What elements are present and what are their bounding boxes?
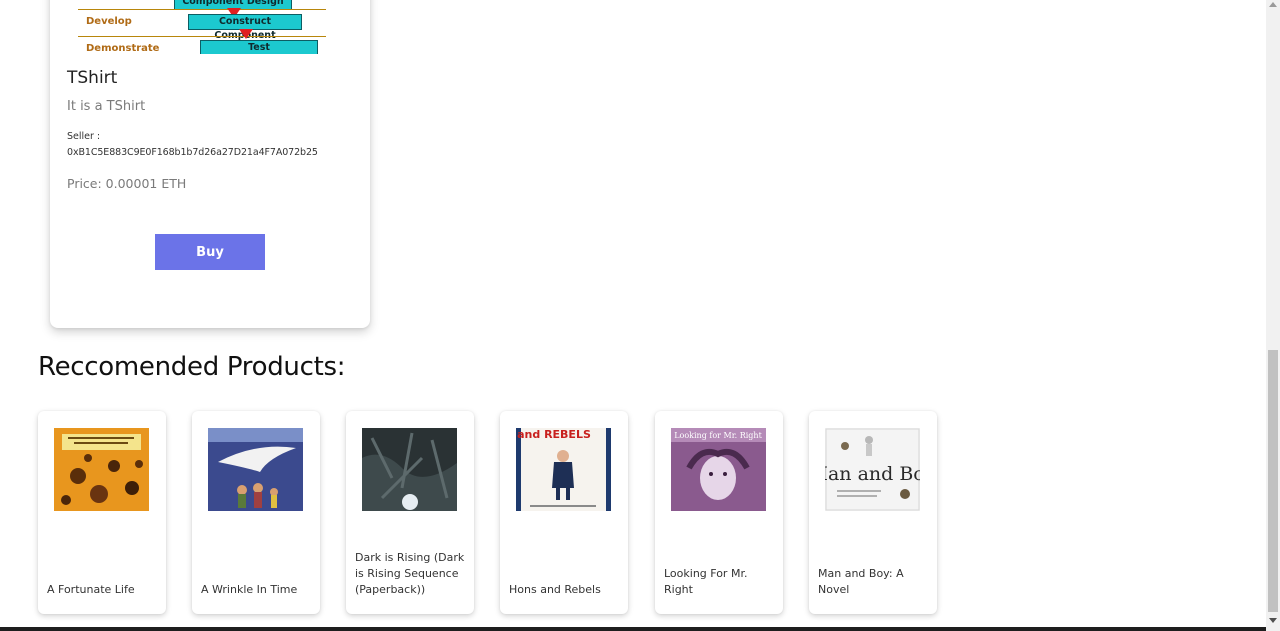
book-cover-text: Man and Boy bbox=[825, 463, 920, 485]
product-title: TShirt bbox=[67, 68, 118, 88]
book-cover-text: and REBELS bbox=[517, 428, 591, 441]
recommended-card[interactable]: A Fortunate Life bbox=[38, 411, 166, 614]
book-title: Looking For Mr. Right bbox=[664, 567, 748, 596]
recommended-card[interactable]: Looking for Mr. Right Looking For Mr. Ri… bbox=[655, 411, 783, 614]
book-title: Man and Boy: A Novel bbox=[818, 567, 904, 596]
diagram-box-construct: Construct Component bbox=[188, 14, 302, 41]
book-cover-text: Looking for Mr. Right bbox=[674, 431, 762, 440]
diagram-arrow bbox=[239, 29, 253, 39]
buy-button[interactable]: Buy bbox=[155, 234, 265, 270]
book-cover-image: Man and Boy bbox=[825, 428, 920, 511]
book-title: A Wrinkle In Time bbox=[201, 583, 298, 596]
recommended-card[interactable]: A Wrinkle In Time bbox=[192, 411, 320, 614]
scrollbar-thumb[interactable] bbox=[1268, 350, 1278, 612]
diagram-line bbox=[78, 36, 326, 37]
scroll-down-arrow-icon[interactable] bbox=[1269, 618, 1277, 623]
product-description: It is a TShirt bbox=[67, 99, 146, 114]
book-title: A Fortunate Life bbox=[47, 583, 135, 596]
book-title: Dark is Rising (Dark is Rising Sequence … bbox=[355, 551, 465, 596]
product-price: Price: 0.00001 ETH bbox=[67, 176, 187, 191]
product-image: Component Design Develop Construct Compo… bbox=[78, 0, 326, 54]
recommended-card[interactable]: and REBELS Hons and Rebels bbox=[500, 411, 628, 614]
seller-address: 0xB1C5E883C9E0F168b1b7d26a27D21a4F7A072b… bbox=[67, 147, 318, 158]
product-card: Component Design Develop Construct Compo… bbox=[50, 0, 370, 328]
diagram-line bbox=[78, 9, 326, 10]
book-cover-image bbox=[54, 428, 149, 511]
scroll-up-arrow-icon[interactable] bbox=[1269, 2, 1277, 7]
seller-label: Seller : bbox=[67, 131, 101, 142]
diagram-label-develop: Develop bbox=[86, 16, 132, 27]
recommended-title: Reccomended Products: bbox=[38, 352, 346, 382]
diagram-box-test: Test bbox=[200, 40, 318, 54]
book-cover-image: and REBELS bbox=[516, 428, 611, 511]
book-title: Hons and Rebels bbox=[509, 583, 601, 596]
book-cover-image: Looking for Mr. Right bbox=[671, 428, 766, 511]
recommended-card[interactable]: Man and Boy Man and Boy: A Novel bbox=[809, 411, 937, 614]
bottom-bar bbox=[0, 627, 1266, 631]
recommended-card[interactable]: Dark is Rising (Dark is Rising Sequence … bbox=[346, 411, 474, 614]
book-cover-image bbox=[208, 428, 303, 511]
diagram-label-demonstrate: Demonstrate bbox=[86, 43, 160, 54]
book-cover-image bbox=[362, 428, 457, 511]
